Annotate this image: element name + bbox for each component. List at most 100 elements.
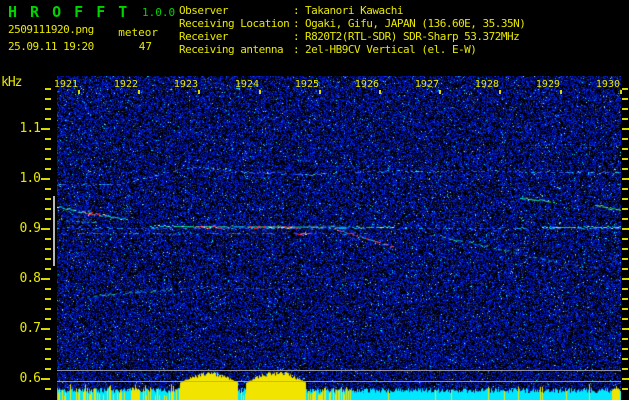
info-row-label: Receiver [179,30,228,43]
meteor-band-marker [53,196,55,266]
right-tick [622,188,628,190]
right-tick [622,378,629,380]
freq-major-tick [41,178,50,180]
right-tick [622,218,628,220]
right-tick [622,318,628,320]
right-tick [622,128,629,130]
freq-major-tick [41,378,50,380]
info-row: Receiving Location: Ogaki, Gifu, JAPAN (1… [179,17,526,30]
freq-major-tick [41,278,50,280]
right-tick [622,248,628,250]
right-tick [622,158,628,160]
right-tick [622,278,629,280]
station-info-block: Observer: Takanori Kawachi Receiving Locat… [179,4,526,56]
info-row: Receiving antenna:2el-HB9CV Vertical (el… [179,43,525,56]
freq-tick-label: 0.7 [19,321,41,336]
info-row-colon: : [293,17,300,30]
time-tick-label: 1924 [234,79,259,90]
right-tick [622,268,628,270]
right-tick [622,88,628,90]
time-tick-label: 1925 [294,79,319,90]
freq-minor-tick [45,298,51,300]
time-tick [259,90,261,94]
freq-minor-tick [45,188,51,190]
freq-minor-tick [45,258,51,260]
freq-minor-tick [45,118,51,120]
right-tick [622,388,628,390]
info-row-label: Receiving Location [179,17,290,30]
right-tick [622,328,629,330]
freq-minor-tick [45,288,51,290]
right-tick [622,98,628,100]
freq-minor-tick [45,358,51,360]
time-tick-label: 1927 [414,79,439,90]
time-tick [379,90,381,94]
freq-minor-tick [45,308,51,310]
right-tick [622,148,628,150]
time-tick [560,90,562,94]
freq-tick-label: 0.6 [19,371,41,386]
info-row-value: Takanori Kawachi [305,4,403,17]
app-title: H R O F F T [8,3,130,21]
info-row-colon: : [293,30,300,43]
right-tick [622,348,628,350]
time-tick [439,90,441,94]
right-tick [622,228,629,230]
right-tick [622,168,628,170]
time-tick-label: 1929 [535,79,560,90]
info-row: Receiver: R820T2(RTL-SDR) SDR-Sharp 53.37… [179,30,525,43]
time-tick [198,90,200,94]
info-row-value: R820T2(RTL-SDR) SDR-Sharp 53.372MHz [305,30,520,43]
time-tick [78,90,80,94]
freq-minor-tick [45,238,51,240]
datetime-label: 25.09.11 19:20 [8,40,94,53]
right-tick [622,358,628,360]
right-tick [622,258,628,260]
version-label: 1.0.0 [142,6,176,19]
time-tick-label: 1921 [53,79,78,90]
time-tick [620,90,622,94]
info-row-label: Observer [179,4,228,17]
time-tick-label: 1928 [474,79,499,90]
freq-minor-tick [45,218,51,220]
time-tick [138,90,140,94]
right-tick [622,338,628,340]
freq-minor-tick [45,348,51,350]
freq-minor-tick [45,318,51,320]
freq-minor-tick [45,168,51,170]
freq-minor-tick [45,98,51,100]
right-tick [622,198,628,200]
freq-minor-tick [45,148,51,150]
freq-tick-label: 1.0 [19,171,41,186]
echo-count-label: 47 [138,40,152,53]
right-tick [622,178,629,180]
right-tick [622,208,628,210]
calibration-line-upper [57,370,621,371]
hrofft-window: H R O F F T 1.0.0 2509111920.png meteor … [0,0,629,400]
freq-minor-tick [45,108,51,110]
info-row-label: Receiving antenna [179,43,284,56]
right-tick [622,288,628,290]
freq-unit-label: kHz [1,75,23,90]
freq-minor-tick [45,268,51,270]
right-tick [622,138,628,140]
right-tick [622,238,628,240]
freq-minor-tick [45,138,51,140]
right-tick [622,118,628,120]
time-tick-label: 1923 [173,79,198,90]
freq-major-tick [41,228,50,230]
freq-minor-tick [45,388,51,390]
freq-minor-tick [45,198,51,200]
info-row-colon: : [293,43,300,56]
time-tick-label: 1922 [113,79,138,90]
calibration-line-lower [57,381,621,382]
spectrogram-canvas [57,76,621,400]
right-tick [622,368,628,370]
freq-tick-label: 0.9 [19,221,41,236]
info-row-colon: : [293,4,300,17]
mode-label: meteor [118,26,158,39]
freq-minor-tick [45,368,51,370]
freq-minor-tick [45,208,51,210]
freq-major-tick [41,128,50,130]
freq-minor-tick [45,338,51,340]
